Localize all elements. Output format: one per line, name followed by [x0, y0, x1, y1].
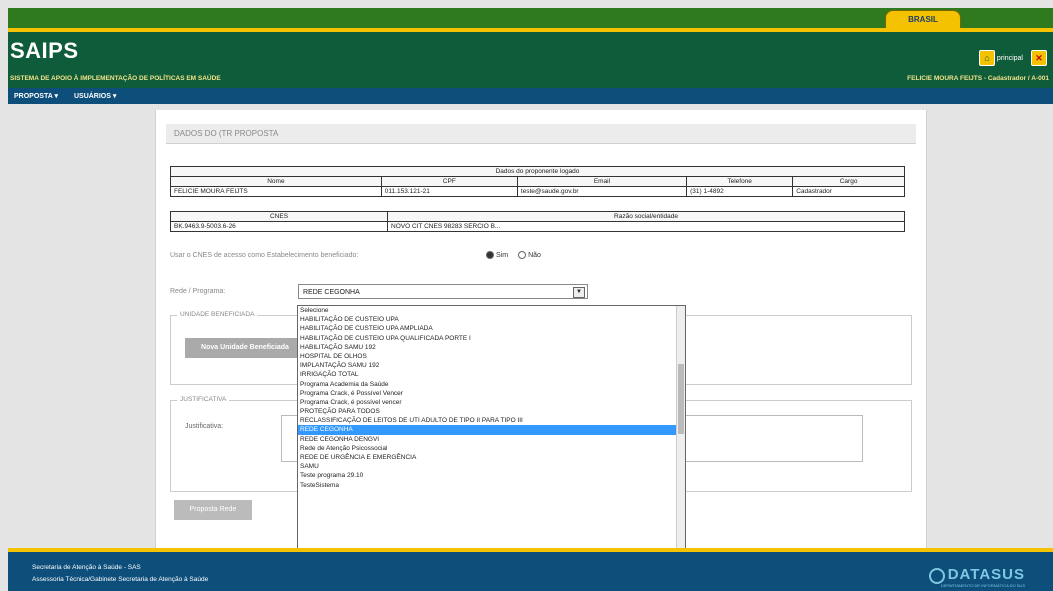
table-header: Razão social/entidade: [387, 211, 905, 222]
menu-item-proposta[interactable]: PROPOSTA ▾: [14, 92, 58, 100]
radio-yes[interactable]: Sim: [486, 251, 508, 259]
dropdown-option[interactable]: HABILITAÇÃO DE CUSTEIO UPA QUALIFICADA P…: [298, 334, 685, 343]
datasus-logo-icon: [929, 568, 945, 584]
table-cell: (31) 1-4892: [686, 186, 794, 197]
radio-no-label: Não: [528, 251, 541, 259]
app-subtitle: SISTEMA DE APOIO À IMPLEMENTAÇÃO DE POLÍ…: [10, 75, 221, 82]
table-cell: teste@saude.gov.br: [516, 186, 688, 197]
radio-unchecked-icon: [518, 251, 527, 259]
dropdown-scrollbar[interactable]: [676, 306, 685, 571]
dropdown-option[interactable]: HABILITAÇÃO DE CUSTEIO UPA: [298, 315, 685, 324]
footer: Secretaria de Atenção à Saúde - SAS Asse…: [8, 552, 1053, 591]
program-select[interactable]: REDE CEGONHA ▼: [298, 284, 588, 299]
datasus-logo[interactable]: DATASUS: [948, 566, 1025, 583]
new-unit-button[interactable]: Nova Unidade Beneficiada: [185, 338, 305, 358]
user-info: FELICIE MOURA FEIJTS - Cadastrador / A-0…: [907, 75, 1049, 82]
table-header: CNES: [170, 211, 388, 222]
main-menu: PROPOSTA ▾ USUÁRIOS ▾: [8, 88, 1053, 104]
cnes-table: CNES Razão social/entidade BK.9463.9-500…: [170, 211, 905, 232]
fieldset-legend: JUSTIFICATIVA: [177, 396, 230, 403]
table-header: Telefone: [686, 176, 794, 187]
dropdown-option[interactable]: IMPLANTAÇÃO SAMU 192: [298, 361, 685, 370]
save-proposal-button[interactable]: Proposta Rede: [174, 500, 252, 520]
program-select-value: REDE CEGONHA: [303, 289, 360, 296]
app-logo[interactable]: SAIPS: [10, 38, 79, 64]
dropdown-option[interactable]: SAMU: [298, 462, 685, 471]
government-bar: BRASIL: [8, 8, 1053, 29]
table-cell: BK.9463.9-5003.6-26: [170, 221, 388, 232]
dropdown-option[interactable]: Selecione: [298, 306, 685, 315]
table-caption: Dados do proponente logado: [170, 166, 905, 177]
dropdown-option[interactable]: REDE CEGONHA DENGVI: [298, 435, 685, 444]
dropdown-option[interactable]: RECLASSIFICAÇÃO DE LEITOS DE UTI ADULTO …: [298, 416, 685, 425]
dropdown-option[interactable]: REDE DE URGÊNCIA E EMERGÊNCIA: [298, 453, 685, 462]
radio-checked-icon: [486, 251, 494, 259]
radio-no[interactable]: Não: [518, 251, 541, 259]
table-header: CPF: [380, 176, 518, 187]
dropdown-option[interactable]: HOSPITAL DE OLHOS: [298, 352, 685, 361]
dropdown-option[interactable]: Programa Academia da Saúde: [298, 380, 685, 389]
radio-yes-label: Sim: [496, 251, 509, 259]
footer-line-2: Assessoria Técnica/Gabinete Secretaria d…: [32, 576, 209, 583]
dropdown-option[interactable]: TesteSistema: [298, 481, 685, 490]
logout-icon[interactable]: ✕: [1031, 50, 1047, 66]
dropdown-option[interactable]: Programa Crack, é Possível Vencer: [298, 389, 685, 398]
menu-item-usuarios[interactable]: USUÁRIOS ▾: [74, 92, 116, 100]
brasil-tab[interactable]: BRASIL: [885, 10, 961, 29]
principal-button[interactable]: ⌂ principal: [978, 50, 1023, 66]
dropdown-option[interactable]: Teste programa 29.10: [298, 471, 685, 480]
principal-label: principal: [996, 54, 1023, 62]
dropdown-option[interactable]: HABILITAÇÃO SAMU 192: [298, 343, 685, 352]
app-header: SAIPS SISTEMA DE APOIO À IMPLEMENTAÇÃO D…: [8, 32, 1053, 88]
use-cnes-radio-group: Sim Não: [486, 251, 541, 259]
dropdown-option[interactable]: Programa Crack, é possível vencer: [298, 398, 685, 407]
datasus-subtitle: DEPARTAMENTO DE INFORMÁTICA DO SUS: [940, 583, 1025, 588]
program-dropdown-list[interactable]: Selecione HABILITAÇÃO DE CUSTEIO UPA HABIL…: [297, 305, 686, 572]
dropdown-option[interactable]: IRRIGAÇÃO TOTAL: [298, 370, 685, 379]
dropdown-option[interactable]: Rede de Atenção Psicossocial: [298, 444, 685, 453]
table-cell: Cadastrador: [792, 186, 905, 197]
chevron-down-icon[interactable]: ▼: [573, 287, 585, 298]
scrollbar-thumb[interactable]: [678, 364, 684, 434]
table-header: Nome: [170, 176, 382, 187]
table-cell: 011.153.121-21: [380, 186, 518, 197]
program-label: Rede / Programa:: [170, 288, 226, 295]
fieldset-legend: UNIDADE BENEFICIADA: [177, 311, 258, 318]
use-cnes-question: Usar o CNES de acesso como Estabelecimen…: [170, 252, 359, 259]
dropdown-option[interactable]: REDE CEGONHA: [298, 425, 685, 435]
page-title: DADOS DO (TR PROPOSTA: [166, 124, 916, 144]
footer-line-1: Secretaria de Atenção à Saúde - SAS: [32, 564, 141, 571]
table-header: Email: [516, 176, 688, 187]
proponent-table: Dados do proponente logado Nome CPF Emai…: [170, 166, 905, 197]
dropdown-options: Selecione HABILITAÇÃO DE CUSTEIO UPA HABIL…: [298, 306, 685, 490]
table-cell: NOVO CIT CNES 98283 SERCIO B...: [387, 221, 905, 232]
table-cell: FELICIE MOURA FEIJTS: [170, 186, 382, 197]
home-icon: ⌂: [978, 50, 995, 66]
dropdown-option[interactable]: HABILITAÇÃO DE CUSTEIO UPA AMPLIADA: [298, 324, 685, 333]
table-header: Cargo: [792, 176, 905, 187]
dropdown-option[interactable]: PROTEÇÃO PARA TODOS: [298, 407, 685, 416]
justification-label: Justificativa:: [185, 423, 224, 430]
